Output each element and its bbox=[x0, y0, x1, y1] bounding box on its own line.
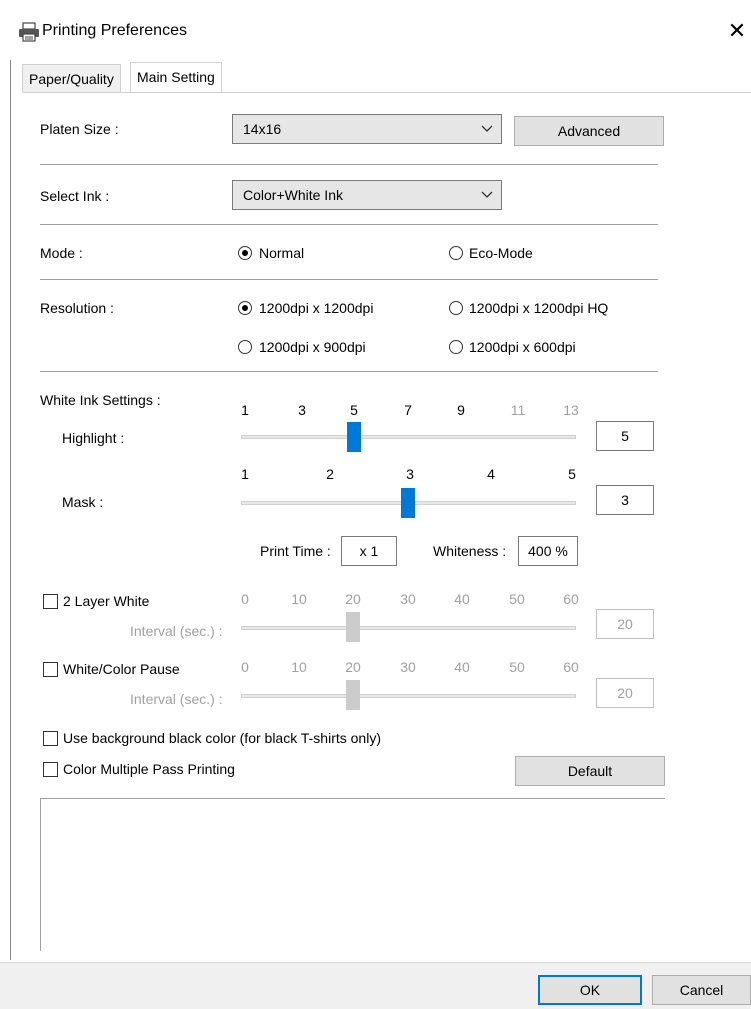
layer-white-tick: 20 bbox=[345, 591, 361, 607]
highlight-slider-thumb[interactable] bbox=[347, 422, 361, 452]
tab-paper-quality[interactable]: Paper/Quality bbox=[22, 64, 121, 94]
ok-button[interactable]: OK bbox=[538, 975, 642, 1005]
mask-tick: 1 bbox=[241, 466, 249, 482]
white-ink-settings-label: White Ink Settings : bbox=[40, 392, 161, 408]
printer-icon bbox=[19, 22, 39, 42]
resolution-1200x900-radio[interactable] bbox=[238, 340, 252, 354]
platen-size-value: 14x16 bbox=[243, 121, 282, 137]
highlight-value-field[interactable]: 5 bbox=[596, 421, 654, 451]
highlight-tick: 11 bbox=[510, 402, 526, 418]
print-time-field[interactable]: x 1 bbox=[341, 536, 397, 566]
pause-interval-label: Interval (sec.) : bbox=[130, 691, 223, 707]
bg-black-label: Use background black color (for black T-… bbox=[63, 730, 381, 746]
resolution-1200x1200-radio[interactable] bbox=[238, 301, 252, 315]
platen-size-label: Platen Size : bbox=[40, 121, 119, 137]
layer-white-tick: 30 bbox=[400, 591, 416, 607]
mode-eco-radio[interactable] bbox=[449, 246, 463, 260]
highlight-tick: 9 bbox=[457, 402, 465, 418]
mask-tick: 5 bbox=[568, 466, 576, 482]
layer-white-tick: 40 bbox=[454, 591, 470, 607]
whiteness-field[interactable]: 400 % bbox=[518, 536, 578, 566]
close-icon[interactable]: ✕ bbox=[726, 18, 748, 44]
layer-white-tick: 50 bbox=[509, 591, 525, 607]
mask-label: Mask : bbox=[62, 494, 104, 510]
mask-slider-thumb[interactable] bbox=[401, 488, 415, 518]
select-ink-value: Color+White Ink bbox=[243, 187, 343, 203]
mode-normal-radio[interactable] bbox=[238, 246, 252, 260]
resolution-1200x1200-label: 1200dpi x 1200dpi bbox=[259, 300, 374, 316]
highlight-tick: 5 bbox=[350, 402, 358, 418]
mode-label: Mode : bbox=[40, 245, 83, 261]
two-layer-white-label: 2 Layer White bbox=[63, 593, 150, 609]
layer-white-tick: 0 bbox=[241, 591, 249, 607]
resolution-1200x600-radio[interactable] bbox=[449, 340, 463, 354]
mask-tick: 4 bbox=[487, 466, 495, 482]
layer-white-interval-label: Interval (sec.) : bbox=[130, 623, 223, 639]
mask-tick: 3 bbox=[406, 466, 414, 482]
divider bbox=[40, 164, 658, 165]
highlight-slider-track[interactable] bbox=[241, 435, 576, 439]
mode-normal-label: Normal bbox=[259, 245, 305, 261]
cancel-button[interactable]: Cancel bbox=[652, 975, 751, 1005]
mode-eco-label: Eco-Mode bbox=[469, 245, 533, 261]
highlight-label: Highlight : bbox=[62, 430, 125, 446]
divider bbox=[40, 371, 658, 372]
mask-tick: 2 bbox=[326, 466, 334, 482]
pause-tick: 10 bbox=[291, 659, 307, 675]
layer-white-interval-field[interactable]: 20 bbox=[596, 609, 654, 639]
white-color-pause-checkbox[interactable] bbox=[43, 662, 58, 677]
pause-tick: 60 bbox=[563, 659, 579, 675]
divider bbox=[40, 279, 658, 280]
pause-interval-slider-thumb[interactable] bbox=[346, 680, 360, 710]
divider bbox=[40, 224, 658, 225]
pause-tick: 50 bbox=[509, 659, 525, 675]
layer-white-tick: 60 bbox=[563, 591, 579, 607]
whiteness-label: Whiteness : bbox=[433, 543, 507, 559]
resolution-1200x1200hq-radio[interactable] bbox=[449, 301, 463, 315]
title-bar: Printing Preferences ✕ bbox=[0, 0, 751, 60]
tab-main-setting[interactable]: Main Setting bbox=[130, 62, 222, 95]
chevron-down-icon bbox=[481, 191, 493, 198]
resolution-1200x900-label: 1200dpi x 900dpi bbox=[259, 339, 366, 355]
print-time-label: Print Time : bbox=[260, 543, 331, 559]
resolution-label: Resolution : bbox=[40, 300, 114, 316]
two-layer-white-checkbox[interactable] bbox=[43, 594, 58, 609]
pause-tick: 20 bbox=[345, 659, 361, 675]
multi-pass-checkbox[interactable] bbox=[43, 762, 58, 777]
window-frame bbox=[10, 60, 11, 960]
pause-tick: 0 bbox=[241, 659, 249, 675]
default-button[interactable]: Default bbox=[515, 756, 665, 786]
description-area bbox=[40, 798, 665, 951]
select-ink-select[interactable]: Color+White Ink bbox=[232, 180, 502, 210]
resolution-1200x1200hq-label: 1200dpi x 1200dpi HQ bbox=[469, 300, 609, 316]
highlight-tick: 13 bbox=[563, 402, 579, 418]
white-color-pause-label: White/Color Pause bbox=[63, 661, 180, 677]
advanced-button[interactable]: Advanced bbox=[514, 116, 664, 146]
pause-interval-slider-track[interactable] bbox=[241, 694, 576, 698]
highlight-tick: 1 bbox=[241, 402, 249, 418]
pause-interval-field[interactable]: 20 bbox=[596, 678, 654, 708]
window-title: Printing Preferences bbox=[42, 22, 187, 39]
highlight-tick: 3 bbox=[298, 402, 306, 418]
pause-tick: 30 bbox=[400, 659, 416, 675]
platen-size-select[interactable]: 14x16 bbox=[232, 114, 502, 144]
highlight-tick: 7 bbox=[404, 402, 412, 418]
chevron-down-icon bbox=[481, 125, 493, 132]
pause-tick: 40 bbox=[454, 659, 470, 675]
resolution-1200x600-label: 1200dpi x 600dpi bbox=[469, 339, 576, 355]
mask-value-field[interactable]: 3 bbox=[596, 485, 654, 515]
bg-black-checkbox[interactable] bbox=[43, 731, 58, 746]
layer-white-interval-slider-track[interactable] bbox=[241, 626, 576, 630]
layer-white-interval-slider-thumb[interactable] bbox=[346, 612, 360, 642]
layer-white-tick: 10 bbox=[291, 591, 307, 607]
select-ink-label: Select Ink : bbox=[40, 188, 110, 204]
multi-pass-label: Color Multiple Pass Printing bbox=[63, 761, 235, 777]
